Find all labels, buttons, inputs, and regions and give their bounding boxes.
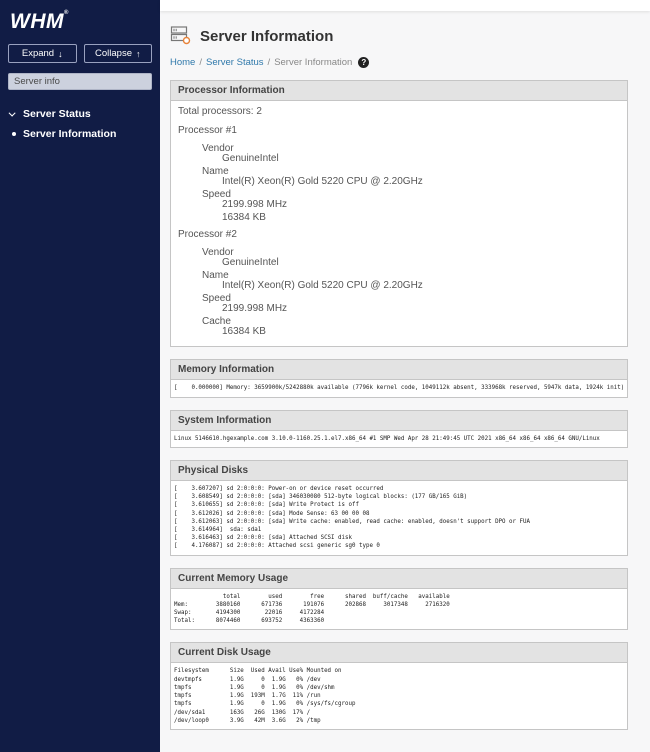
spec-row: Speed 2199.998 MHz xyxy=(178,190,620,210)
page-title: Server Information xyxy=(200,27,334,45)
processor-name: Processor #1 xyxy=(178,125,237,137)
sidebar-item-label: Server Information xyxy=(23,128,117,140)
arrow-down-icon: ↓ xyxy=(58,48,63,59)
spec-value: 16384 KB xyxy=(222,326,266,338)
processor-information-section: Processor Information Total processors: … xyxy=(170,80,629,348)
spec-value: GenuineIntel xyxy=(222,153,279,165)
section-title: Processor Information xyxy=(171,81,628,102)
sidebar: WHM® Expand ↓ Collapse ↑ Server Status S… xyxy=(0,0,160,752)
current-memory-usage-output: total used free shared buff/cache availa… xyxy=(174,593,450,625)
spec-row: Name Intel(R) Xeon(R) Gold 5220 CPU @ 2.… xyxy=(178,167,620,187)
collapse-button[interactable]: Collapse ↑ xyxy=(83,44,152,63)
bullet-icon xyxy=(12,132,16,136)
spec-value: GenuineIntel xyxy=(222,257,279,269)
breadcrumb-link-home[interactable]: Home xyxy=(170,57,195,68)
section-title: Current Disk Usage xyxy=(171,643,628,664)
expand-button[interactable]: Expand ↓ xyxy=(8,44,77,63)
spec-row: Vendor GenuineIntel xyxy=(178,248,620,268)
expand-button-label: Expand xyxy=(21,48,55,59)
physical-disks-section: Physical Disks [ 3.607207] sd 2:0:0:0: P… xyxy=(170,459,629,556)
sidebar-nav: Server Status Server Information xyxy=(8,104,152,144)
chevron-down-icon xyxy=(8,109,16,117)
total-processors: Total processors: 2 xyxy=(178,106,262,118)
sidebar-search-input[interactable] xyxy=(8,73,152,90)
arrow-up-icon: ↑ xyxy=(135,48,141,59)
spec-row: Name Intel(R) Xeon(R) Gold 5220 CPU @ 2.… xyxy=(178,271,620,291)
spec-value: 16384 KB xyxy=(222,212,266,224)
breadcrumb: Home / Server Status / Server Informatio… xyxy=(170,57,628,69)
sidebar-item-label: Server Status xyxy=(23,108,91,120)
breadcrumb-separator: / xyxy=(199,57,202,69)
processor-information-body: Total processors: 2 Processor #1 Vendor … xyxy=(171,101,627,346)
section-title: Current Memory Usage xyxy=(171,568,628,589)
server-icon xyxy=(170,24,191,48)
collapse-button-label: Collapse xyxy=(95,48,132,59)
physical-disks-output: [ 3.607207] sd 2:0:0:0: Power-on or devi… xyxy=(174,485,530,550)
current-memory-usage-section: Current Memory Usage total used free sha… xyxy=(170,567,629,631)
sidebar-item-server-information[interactable]: Server Information xyxy=(8,124,152,144)
section-title: Memory Information xyxy=(171,360,628,381)
memory-information-output: [ 0.000000] Memory: 3659900k/5242880k av… xyxy=(174,385,625,392)
whm-logo: WHM® xyxy=(8,8,152,44)
breadcrumb-link-server-status[interactable]: Server Status xyxy=(206,57,264,68)
processor-name: Processor #2 xyxy=(178,229,237,241)
breadcrumb-current: Server Information xyxy=(274,57,353,69)
system-information-section: System Information Linux 5146610.hgexamp… xyxy=(170,409,629,448)
page-header: Server Information xyxy=(170,24,628,48)
spec-value: Intel(R) Xeon(R) Gold 5220 CPU @ 2.20GHz xyxy=(222,280,423,292)
current-disk-usage-section: Current Disk Usage Filesystem Size Used … xyxy=(170,642,629,730)
spec-row: Speed 2199.998 MHz xyxy=(178,294,620,314)
main-area: Server Information Home / Server Status … xyxy=(160,0,650,752)
page-content: Server Information Home / Server Status … xyxy=(160,11,650,752)
top-bar xyxy=(160,0,650,12)
spec-value: Intel(R) Xeon(R) Gold 5220 CPU @ 2.20GHz xyxy=(222,176,423,188)
registered-mark: ® xyxy=(63,10,69,16)
system-information-output: Linux 5146610.hgexample.com 3.10.0-1160.… xyxy=(174,435,600,442)
spec-row: 16384 KB xyxy=(178,213,620,223)
breadcrumb-separator: / xyxy=(267,57,271,69)
help-icon[interactable]: ? xyxy=(358,57,370,69)
section-title: Physical Disks xyxy=(171,460,628,481)
spec-row: Vendor GenuineIntel xyxy=(178,144,620,164)
sidebar-item-server-status[interactable]: Server Status xyxy=(8,104,152,124)
current-disk-usage-output: Filesystem Size Used Avail Use% Mounted … xyxy=(174,668,356,724)
whm-logo-text: WHM xyxy=(10,10,64,33)
spec-value: 2199.998 MHz xyxy=(222,303,288,315)
section-title: System Information xyxy=(171,410,628,431)
spec-row: Cache 16384 KB xyxy=(178,317,620,337)
sidebar-toolbar: Expand ↓ Collapse ↑ xyxy=(8,44,152,63)
spec-value: 2199.998 MHz xyxy=(222,199,288,211)
memory-information-section: Memory Information [ 0.000000] Memory: 3… xyxy=(170,359,629,398)
